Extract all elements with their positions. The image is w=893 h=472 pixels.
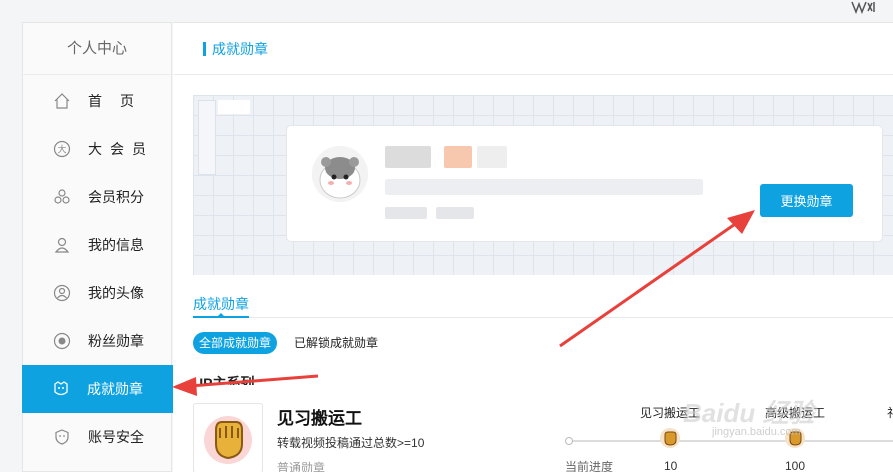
sidebar-item-label: 成就勋章: [87, 381, 143, 397]
sidebar-item-vip[interactable]: 大 大会员: [23, 125, 171, 173]
fan-medal-icon: [53, 332, 71, 350]
badge-description: 转载视频投稿通过总数>=10: [277, 436, 425, 450]
badge-name: 见习搬运工: [277, 409, 362, 428]
level-name: 礼: [887, 404, 893, 421]
banner-decoration: [218, 100, 250, 114]
sidebar-item-points[interactable]: 会员积分: [23, 173, 171, 221]
sidebar: 个人中心 首页 大 大会员 会员积分 我的信息 我的头像 粉丝勋章 成就勋章 账…: [22, 22, 173, 472]
sidebar-item-label: 会员积分: [88, 189, 144, 205]
tab-achievement-medals[interactable]: 成就勋章: [193, 294, 249, 314]
sidebar-item-fan-medal[interactable]: 粉丝勋章: [23, 317, 171, 365]
badge-image: [193, 403, 263, 472]
series-title: UP主系列: [193, 375, 255, 385]
points-icon: [53, 188, 71, 206]
sidebar-item-label: 粉丝勋章: [88, 333, 144, 349]
stat-blurred: [385, 207, 427, 219]
current-progress-label: 当前进度: [565, 460, 614, 472]
avatar: [312, 146, 368, 202]
sidebar-item-label: 我的信息: [88, 237, 144, 253]
watermark: Baidu 经验: [683, 398, 815, 428]
progress-track: [568, 440, 893, 442]
sidebar-item-home[interactable]: 首页: [23, 77, 171, 125]
filter-all-medals[interactable]: 全部成就勋章: [193, 332, 278, 354]
vip-icon: 大: [53, 140, 71, 158]
page-title: 成就勋章: [212, 40, 268, 57]
level-fist-icon: [660, 428, 680, 448]
watermark-url: jingyan.baidu.com: [712, 426, 801, 438]
shield-icon: [53, 428, 71, 446]
corner-logo: [851, 1, 875, 14]
banner-decoration: [198, 100, 216, 175]
level-value: 10: [664, 459, 678, 472]
change-medal-button[interactable]: 更换勋章: [760, 184, 853, 217]
profile-banner: 更换勋章: [193, 95, 893, 275]
page-header: 成就勋章: [173, 23, 893, 75]
badge-type: 普通勋章: [277, 461, 326, 472]
progress-start-dot: [565, 437, 573, 445]
sidebar-item-label: 账号安全: [88, 429, 144, 445]
achievement-icon: [52, 380, 70, 398]
sidebar-item-label: 我的头像: [88, 285, 144, 301]
tab-divider: [193, 317, 893, 318]
username-blurred: [477, 146, 507, 168]
fist-badge-icon: [204, 416, 252, 464]
home-icon: [53, 92, 71, 110]
filter-unlocked-medals[interactable]: 已解锁成就勋章: [288, 332, 384, 354]
sidebar-item-label: 大会员: [88, 141, 154, 157]
signature-blurred: [385, 179, 703, 195]
avatar-icon: [53, 284, 71, 302]
user-info-icon: [53, 236, 71, 254]
sidebar-title: 个人中心: [23, 23, 171, 75]
username-blurred: [385, 146, 431, 168]
sidebar-item-label: 首页: [88, 93, 152, 109]
tab-caret: [217, 313, 225, 317]
sidebar-list: 首页 大 大会员 会员积分 我的信息 我的头像 粉丝勋章 成就勋章 账号安全: [22, 75, 173, 461]
profile-card: 更换勋章: [286, 125, 883, 242]
sidebar-item-info[interactable]: 我的信息: [23, 221, 171, 269]
sidebar-item-security[interactable]: 账号安全: [23, 413, 171, 461]
level-badge-blurred: [444, 146, 472, 168]
stat-blurred: [436, 207, 474, 219]
level-value: 100: [785, 459, 806, 472]
sidebar-item-avatar[interactable]: 我的头像: [23, 269, 171, 317]
header-accent-bar: [203, 41, 206, 56]
sidebar-item-achievement[interactable]: 成就勋章: [22, 365, 173, 413]
svg-text:大: 大: [57, 144, 66, 156]
